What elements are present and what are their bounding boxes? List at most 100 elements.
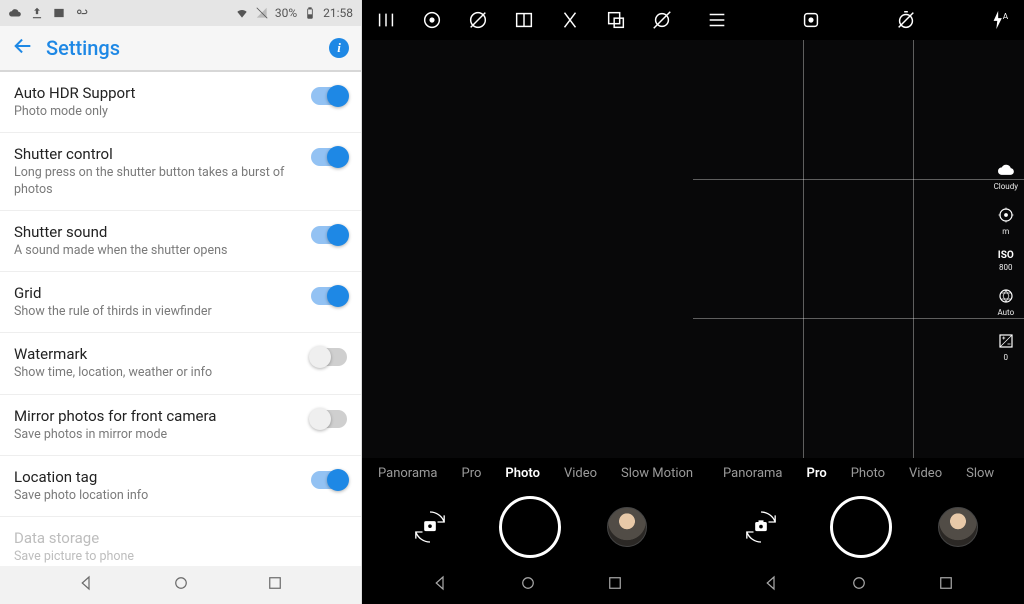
setting-title: Auto HDR Support bbox=[14, 84, 301, 102]
setting-subtitle: Show the rule of thirds in viewfinder bbox=[14, 304, 301, 320]
beauty-off-icon[interactable] bbox=[466, 8, 490, 32]
mode-pro[interactable]: Pro bbox=[462, 466, 482, 481]
setting-subtitle: Save photo location info bbox=[14, 488, 301, 504]
pro-label: Auto bbox=[997, 308, 1014, 317]
mode-panorama[interactable]: Panorama bbox=[378, 466, 438, 481]
no-signal-status-icon bbox=[255, 6, 269, 20]
hamburger-menu-icon[interactable] bbox=[705, 8, 729, 32]
motion-photo-icon[interactable] bbox=[799, 8, 823, 32]
camera-pro-panel: A Cloudy m ISO800 Auto 0 Panorama Pro Photo Vid… bbox=[693, 0, 1024, 604]
toggle-switch[interactable] bbox=[311, 348, 347, 366]
mode-video[interactable]: Video bbox=[564, 466, 597, 481]
svg-text:A: A bbox=[1003, 12, 1009, 22]
setting-title: Location tag bbox=[14, 468, 301, 486]
status-bar: 30% 21:58 bbox=[0, 0, 361, 26]
timer-off-icon[interactable] bbox=[894, 8, 918, 32]
toggle-switch[interactable] bbox=[311, 148, 347, 166]
switch-camera-button[interactable] bbox=[739, 505, 783, 549]
nav-recent-icon[interactable] bbox=[606, 574, 624, 596]
motion-photo-icon[interactable] bbox=[420, 8, 444, 32]
timer-off-icon[interactable] bbox=[558, 8, 582, 32]
toggle-switch[interactable] bbox=[311, 410, 347, 428]
shutter-bar bbox=[362, 488, 693, 566]
mode-photo[interactable]: Photo bbox=[851, 466, 885, 481]
setting-title: Grid bbox=[14, 284, 301, 302]
setting-row[interactable]: Location tag Save photo location info bbox=[0, 456, 361, 517]
toggle-switch[interactable] bbox=[311, 87, 347, 105]
menu-icon[interactable] bbox=[374, 8, 398, 32]
setting-row[interactable]: Auto HDR SupportPhoto mode only bbox=[0, 72, 361, 133]
viewfinder[interactable]: Cloudy m ISO800 Auto 0 bbox=[693, 40, 1024, 458]
exposure-icon bbox=[996, 331, 1016, 351]
nav-recent-icon[interactable] bbox=[937, 574, 955, 596]
setting-title: Data storage bbox=[14, 529, 347, 547]
setting-subtitle: Show time, location, weather or info bbox=[14, 365, 301, 381]
settings-list[interactable]: Auto HDR SupportPhoto mode onlyShutter c… bbox=[0, 72, 361, 566]
setting-subtitle: A sound made when the shutter opens bbox=[14, 243, 301, 259]
flash-auto-icon[interactable]: A bbox=[988, 8, 1012, 32]
settings-panel: 30% 21:58 Settings i Auto HDR SupportPho… bbox=[0, 0, 362, 604]
pro-control-exposure[interactable]: 0 bbox=[996, 331, 1016, 362]
camera-top-bar: A bbox=[693, 0, 1024, 40]
mode-selector[interactable]: Panorama Pro Photo Video Slow bbox=[693, 458, 1024, 488]
setting-row[interactable]: Shutter soundA sound made when the shutt… bbox=[0, 211, 361, 272]
shutter-button[interactable] bbox=[830, 496, 892, 558]
pro-control-iso_text[interactable]: ISO800 bbox=[998, 250, 1014, 272]
setting-title: Shutter control bbox=[14, 145, 301, 163]
nav-back-icon[interactable] bbox=[431, 574, 449, 596]
pro-label: Cloudy bbox=[994, 182, 1018, 191]
toggle-switch[interactable] bbox=[311, 226, 347, 244]
setting-title: Mirror photos for front camera bbox=[14, 407, 301, 425]
focus-icon bbox=[996, 205, 1016, 225]
mode-photo[interactable]: Photo bbox=[505, 466, 540, 481]
android-nav-bar bbox=[693, 566, 1024, 604]
photo-status-icon bbox=[52, 6, 66, 20]
mode-panorama[interactable]: Panorama bbox=[723, 466, 783, 481]
viewfinder[interactable] bbox=[362, 40, 693, 458]
pro-control-aperture[interactable]: Auto bbox=[996, 286, 1016, 317]
pro-control-cloud[interactable]: Cloudy bbox=[994, 160, 1018, 191]
clock: 21:58 bbox=[323, 6, 353, 20]
pro-controls-sidebar: Cloudy m ISO800 Auto 0 bbox=[994, 160, 1018, 362]
camera-top-bar bbox=[362, 0, 693, 40]
shutter-button[interactable] bbox=[499, 496, 561, 558]
info-button[interactable]: i bbox=[329, 38, 349, 58]
back-button[interactable] bbox=[12, 35, 40, 62]
shutter-bar bbox=[693, 488, 1024, 566]
nav-back-icon[interactable] bbox=[77, 574, 95, 596]
wifi-status-icon bbox=[235, 6, 249, 20]
mode-pro[interactable]: Pro bbox=[807, 466, 827, 481]
mode-slow-motion[interactable]: Slow Motion bbox=[621, 466, 693, 481]
setting-row[interactable]: Grid Show the rule of thirds in viewfinde… bbox=[0, 272, 361, 333]
page-title: Settings bbox=[46, 36, 120, 60]
filter-icon[interactable] bbox=[604, 8, 628, 32]
toggle-switch[interactable] bbox=[311, 287, 347, 305]
pro-label: m bbox=[1002, 227, 1009, 236]
pro-control-focus[interactable]: m bbox=[996, 205, 1016, 236]
nav-home-icon[interactable] bbox=[172, 574, 190, 596]
nav-back-icon[interactable] bbox=[762, 574, 780, 596]
gallery-thumbnail[interactable] bbox=[938, 507, 978, 547]
mode-slow[interactable]: Slow bbox=[966, 466, 994, 481]
pro-value: ISO bbox=[998, 250, 1014, 261]
toggle-switch[interactable] bbox=[311, 471, 347, 489]
app-bar: Settings i bbox=[0, 26, 361, 72]
hdr-off-icon[interactable] bbox=[650, 8, 674, 32]
aspect-ratio-icon[interactable] bbox=[512, 8, 536, 32]
setting-row[interactable]: WatermarkShow time, location, weather or… bbox=[0, 333, 361, 394]
nav-recent-icon[interactable] bbox=[266, 574, 284, 596]
gallery-thumbnail[interactable] bbox=[607, 507, 647, 547]
mode-selector[interactable]: Panorama Pro Photo Video Slow Motion bbox=[362, 458, 693, 488]
setting-row[interactable]: Mirror photos for front camera Save photo… bbox=[0, 395, 361, 456]
switch-camera-button[interactable] bbox=[408, 505, 452, 549]
battery-percent: 30% bbox=[275, 6, 297, 20]
nav-home-icon[interactable] bbox=[850, 574, 868, 596]
mode-video[interactable]: Video bbox=[909, 466, 942, 481]
setting-row[interactable]: Shutter controlLong press on the shutter… bbox=[0, 133, 361, 211]
camera-photo-panel: Panorama Pro Photo Video Slow Motion bbox=[362, 0, 693, 604]
pro-label: 0 bbox=[1004, 353, 1009, 362]
setting-subtitle: Save photos in mirror mode bbox=[14, 427, 301, 443]
nav-home-icon[interactable] bbox=[519, 574, 537, 596]
android-nav-bar bbox=[0, 566, 361, 604]
setting-row[interactable]: Data storageSave picture to phone bbox=[0, 517, 361, 566]
